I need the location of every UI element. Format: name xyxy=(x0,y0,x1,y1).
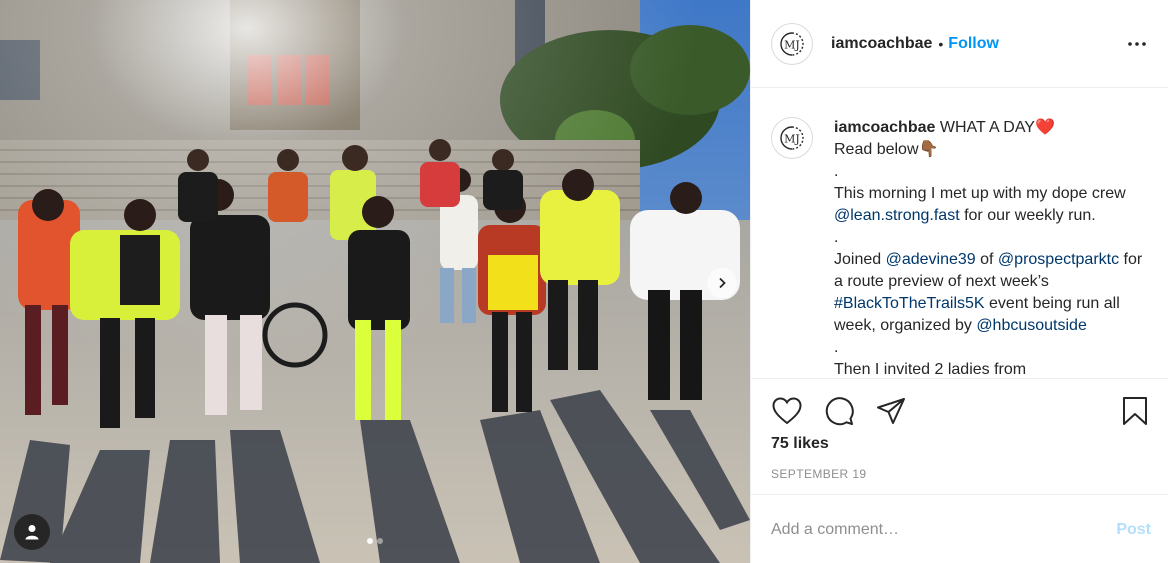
caption-section: MJ iamcoachbae WHAT A DAY❤️ Read below👇🏾… xyxy=(751,89,1168,377)
share-button[interactable] xyxy=(875,395,907,427)
mention-link[interactable]: @lean.strong.fast xyxy=(834,207,960,224)
comment-icon xyxy=(825,397,854,426)
post-photo[interactable] xyxy=(0,0,750,563)
post-sidebar: MJ iamcoachbae • Follow MJ iamcoachbae W… xyxy=(750,0,1168,563)
carousel-dot xyxy=(377,538,383,544)
monogram-text: MJ xyxy=(784,133,800,146)
caption-para1-end: for our weekly run. xyxy=(959,207,1096,224)
carousel-dot xyxy=(367,538,373,544)
caption-spacer: . xyxy=(834,339,839,356)
caption-para3: Then I invited 2 ladies from xyxy=(834,361,1027,377)
caption-line1: WHAT A DAY xyxy=(935,119,1035,136)
avatar[interactable]: MJ xyxy=(771,22,813,65)
post-author-username[interactable]: iamcoachbae xyxy=(831,35,932,53)
post-date: SEPTEMBER 19 xyxy=(771,467,867,481)
next-slide-button[interactable] xyxy=(707,268,737,298)
likes-count[interactable]: 75 likes xyxy=(771,435,829,453)
point-down-emoji: 👇🏾 xyxy=(918,141,939,158)
caption-para1: This morning I met up with my dope crew xyxy=(834,185,1126,202)
monogram-logo-icon: MJ xyxy=(780,126,804,150)
caption-username[interactable]: iamcoachbae xyxy=(834,119,935,136)
caption-spacer: . xyxy=(834,163,839,180)
more-icon xyxy=(1128,42,1146,46)
caption-text: iamcoachbae WHAT A DAY❤️ Read below👇🏾 . … xyxy=(834,117,1153,377)
monogram-logo-icon: MJ xyxy=(780,31,804,56)
save-button[interactable] xyxy=(1119,395,1151,427)
caption-para2-of: of xyxy=(975,251,998,268)
bookmark-icon xyxy=(1123,397,1147,425)
more-options-button[interactable] xyxy=(1125,34,1149,54)
heart-emoji: ❤️ xyxy=(1034,119,1055,136)
comment-composer: Post xyxy=(751,496,1168,563)
share-icon xyxy=(877,398,905,424)
post-header: MJ iamcoachbae • Follow xyxy=(751,0,1168,88)
caption-para2-start: Joined xyxy=(834,251,886,268)
mention-link[interactable]: @prospectparktc xyxy=(998,251,1119,268)
follow-button[interactable]: Follow xyxy=(948,35,999,53)
mention-link[interactable]: @hbcusoutside xyxy=(976,317,1087,334)
caption-line2: Read below xyxy=(834,141,919,158)
post-actions: 75 likes SEPTEMBER 19 xyxy=(751,378,1168,495)
comment-button[interactable] xyxy=(823,395,855,427)
comment-input[interactable] xyxy=(771,520,1107,539)
carousel-indicator xyxy=(0,538,750,544)
heart-icon xyxy=(772,397,802,425)
like-button[interactable] xyxy=(771,395,803,427)
post-comment-button[interactable]: Post xyxy=(1116,521,1151,539)
monogram-text: MJ xyxy=(784,38,800,51)
caption-avatar[interactable]: MJ xyxy=(771,117,813,159)
mention-link[interactable]: @adevine39 xyxy=(886,251,976,268)
tagged-users-button[interactable] xyxy=(14,514,50,550)
hashtag-link[interactable]: #BlackToTheTrails5K xyxy=(834,295,985,312)
header-separator: • xyxy=(938,35,944,52)
post-image xyxy=(0,0,750,563)
chevron-right-icon xyxy=(719,277,726,289)
caption-spacer: . xyxy=(834,229,839,246)
